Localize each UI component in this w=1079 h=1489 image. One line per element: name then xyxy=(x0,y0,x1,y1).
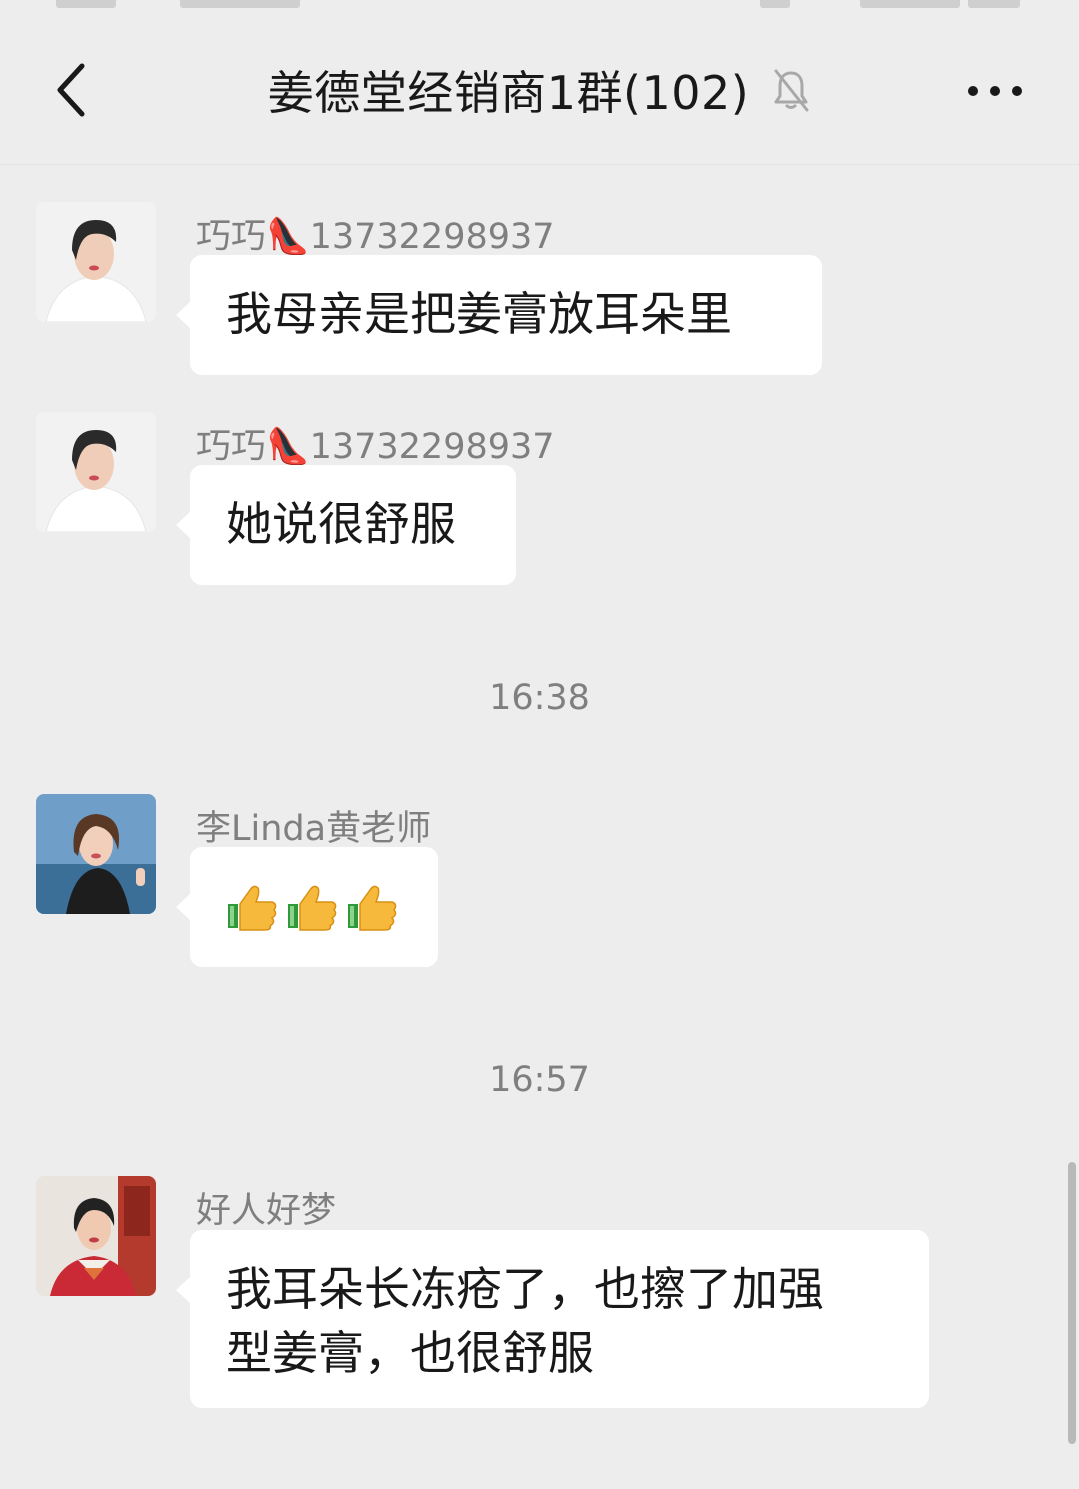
message-bubble[interactable]: 我母亲是把姜膏放耳朵里 xyxy=(176,255,822,375)
message-list[interactable]: 巧巧👠13732298937 我母亲是把姜膏放耳朵里 巧巧👠1373229893… xyxy=(0,165,1079,1489)
sender-name: 李Linda黄老师 xyxy=(196,809,432,849)
timestamp: 16:57 xyxy=(489,1060,590,1100)
chat-header: 姜德堂经销商1群(102) xyxy=(0,18,1079,165)
mute-bell-icon xyxy=(771,68,811,112)
message-item: 巧巧👠13732298937 她说很舒服 xyxy=(0,412,1079,592)
sender-name: 好人好梦 xyxy=(196,1191,337,1231)
message-item: 巧巧👠13732298937 我母亲是把姜膏放耳朵里 xyxy=(0,202,1079,382)
status-bar xyxy=(0,0,1079,18)
sender-name: 巧巧👠13732298937 xyxy=(196,217,555,257)
message-text-line: 型姜膏，也很舒服 xyxy=(226,1326,594,1380)
thumbs-up-icon xyxy=(288,885,337,931)
sender-name: 巧巧👠13732298937 xyxy=(196,427,555,467)
avatar[interactable] xyxy=(36,794,156,914)
message-bubble[interactable]: 她说很舒服 xyxy=(176,465,516,585)
message-text-line: 我耳朵长冻疮了，也擦了加强 xyxy=(226,1262,824,1316)
scrollbar[interactable] xyxy=(1068,1162,1076,1444)
more-button[interactable] xyxy=(955,68,1035,114)
more-dots-icon xyxy=(968,86,1022,96)
avatar[interactable] xyxy=(36,1176,156,1296)
avatar[interactable] xyxy=(36,202,156,322)
message-item: 好人好梦 我耳朵长冻疮了，也擦了加强 型姜膏，也很舒服 xyxy=(0,1176,1079,1416)
timestamp: 16:38 xyxy=(489,678,590,718)
message-bubble[interactable]: 我耳朵长冻疮了，也擦了加强 型姜膏，也很舒服 xyxy=(176,1230,929,1408)
message-item: 李Linda黄老师 xyxy=(0,794,1079,974)
chat-title: 姜德堂经销商1群(102) xyxy=(267,66,750,120)
thumbs-up-icon xyxy=(228,885,277,931)
avatar[interactable] xyxy=(36,412,156,532)
thumbs-up-icon xyxy=(348,885,397,931)
message-bubble[interactable] xyxy=(176,847,438,967)
